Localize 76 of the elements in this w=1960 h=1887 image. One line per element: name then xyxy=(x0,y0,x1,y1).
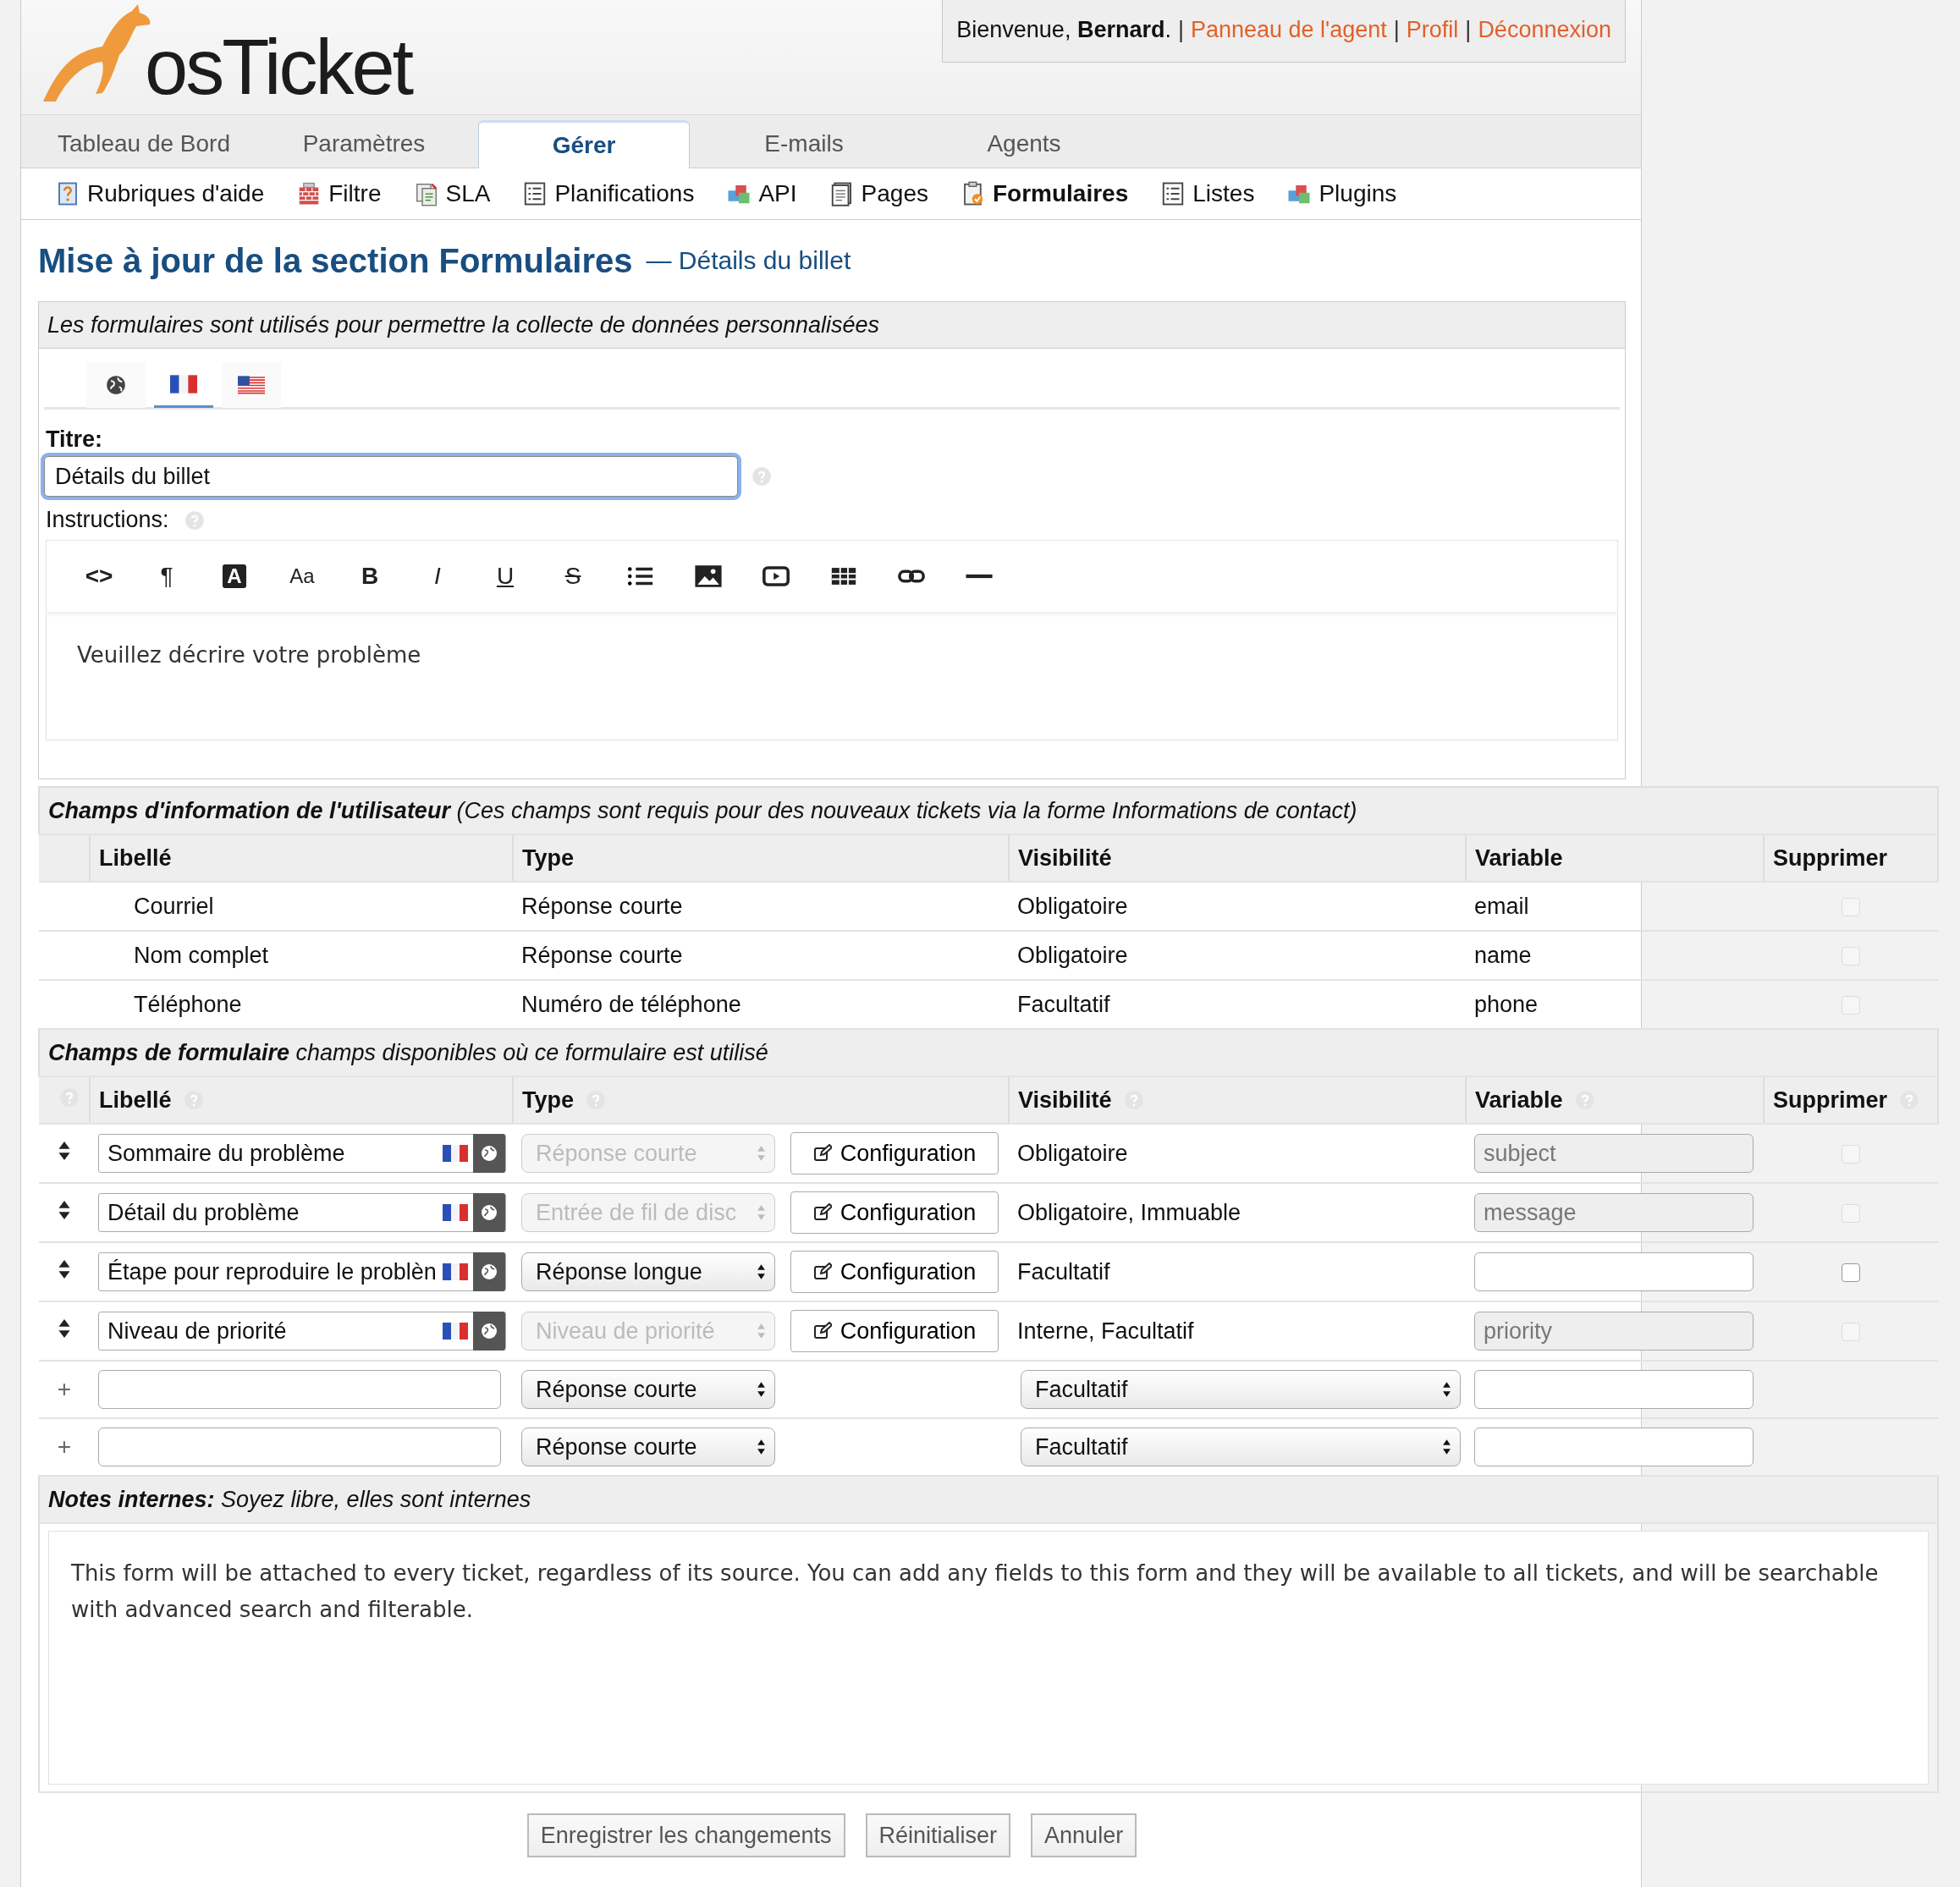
column-header: Variable xyxy=(1475,1087,1563,1114)
visibility-select[interactable]: Facultatif xyxy=(1021,1370,1461,1409)
field-label: Instructions: xyxy=(46,507,169,533)
column-header: Libellé xyxy=(99,1087,172,1114)
subnav-item[interactable]: API xyxy=(726,180,797,207)
table-cell: email xyxy=(1474,893,1529,919)
column-header: Type xyxy=(522,1087,574,1114)
nav-tab[interactable]: Agents xyxy=(918,120,1130,168)
table-cell: Facultatif xyxy=(1017,991,1110,1017)
table-cell: Réponse courte xyxy=(521,893,683,919)
editor-text: Veuillez décrire votre problème xyxy=(76,641,422,668)
toolbar-button[interactable]: B xyxy=(336,563,404,590)
table-cell: Obligatoire xyxy=(1017,893,1128,919)
subnav-item[interactable]: Pages xyxy=(829,180,928,207)
separator: | xyxy=(1393,17,1400,43)
nav-tab[interactable]: E-mails xyxy=(698,120,910,168)
table-cell: Obligatoire, Immuable xyxy=(1017,1199,1242,1225)
toolbar-button[interactable]: U xyxy=(471,563,539,590)
section-heading: Notes internes: Soyez libre, elles sont internes xyxy=(48,1486,531,1512)
section-heading: Champs de formulaire champs disponibles où ce formulaire est utilisé xyxy=(48,1039,768,1065)
subnav-item[interactable]: Formulaires xyxy=(960,180,1129,207)
rich-text-editor[interactable]: <> ¶ A Aa B I U S Veuillez décrire votre problème xyxy=(46,540,1618,740)
nav-tab[interactable]: Gérer xyxy=(478,120,690,168)
welcome-text: Bienvenue, Bernard. xyxy=(956,17,1171,43)
form-button[interactable]: Enregistrer les changements xyxy=(526,1813,845,1857)
column-header: Supprimer xyxy=(1773,844,1888,871)
field-label: Titre: xyxy=(46,426,103,453)
nav-tab[interactable]: Tableau de Bord xyxy=(38,120,250,168)
column-header: Libellé xyxy=(99,844,172,871)
table-cell: Obligatoire xyxy=(1017,1140,1128,1166)
form-button[interactable]: Annuler xyxy=(1031,1813,1137,1857)
nav-tab[interactable]: Paramètres xyxy=(258,120,470,168)
label-input[interactable]: Étape pour reproduire le problèn xyxy=(98,1252,506,1291)
toolbar-button[interactable]: I xyxy=(404,563,471,590)
toolbar-button[interactable]: ¶ xyxy=(133,563,201,590)
type-select[interactable]: Réponse courte xyxy=(521,1370,775,1409)
table-cell: name xyxy=(1474,942,1532,968)
configuration-button[interactable]: Configuration xyxy=(790,1251,999,1293)
column-header: Visibilité xyxy=(1018,1087,1112,1114)
add-mark: + xyxy=(57,1376,72,1402)
column-header: Supprimer xyxy=(1773,1087,1888,1114)
table-cell: Téléphone xyxy=(134,991,242,1017)
separator: | xyxy=(1465,17,1472,43)
form-description: Les formulaires sont utilisés pour permettre la collecte de données personnalisées xyxy=(39,302,1625,349)
table-cell: Obligatoire xyxy=(1017,942,1128,968)
column-header: Visibilité xyxy=(1018,844,1112,871)
toolbar-button[interactable]: Aa xyxy=(268,564,336,588)
column-header: Type xyxy=(522,844,574,871)
toolbar-button[interactable]: A xyxy=(223,564,246,588)
table-cell: phone xyxy=(1474,991,1539,1017)
logo-text: osTicket xyxy=(145,28,412,106)
subnav-item[interactable]: Filtre xyxy=(296,180,382,207)
table-cell: Interne, Facultatif xyxy=(1017,1318,1194,1344)
toolbar-button[interactable]: S xyxy=(539,563,607,590)
add-mark: + xyxy=(57,1433,72,1460)
subnav-item[interactable]: Plugins xyxy=(1286,180,1397,207)
toolbar-button[interactable]: <> xyxy=(65,563,133,590)
column-header: Variable xyxy=(1475,844,1563,871)
type-select[interactable]: Réponse longue xyxy=(521,1252,775,1291)
table-cell: Courriel xyxy=(134,893,214,919)
form-button[interactable]: Réinitialiser xyxy=(865,1813,1011,1857)
table-cell: Nom complet xyxy=(134,942,269,968)
subnav-item[interactable]: SLA xyxy=(413,180,491,207)
subnav-item[interactable]: Listes xyxy=(1160,180,1255,207)
subnav-item[interactable]: Planifications xyxy=(522,180,695,207)
page-title: Mise à jour de la section Formulaires xyxy=(38,241,633,280)
separator: | xyxy=(1177,17,1184,43)
notes-text: This form will be attached to every ticket, regardless of its source. You can add any fields to this form and they will be available to all tickets, and will be searchable with advanced search and filterable. xyxy=(71,1560,1879,1622)
page-subtitle: — Détails du billet xyxy=(646,246,851,275)
table-cell: Numéro de téléphone xyxy=(521,991,741,1017)
visibility-select[interactable]: Facultatif xyxy=(1021,1428,1461,1466)
type-select[interactable]: Réponse courte xyxy=(521,1428,775,1466)
table-cell: Facultatif xyxy=(1017,1258,1110,1285)
section-heading: Champs d'information de l'utilisateur (Ces champs sont requis pour des nouveaux tickets via la forme Informations de contact) xyxy=(48,797,1357,823)
table-cell: Réponse courte xyxy=(521,942,683,968)
subnav-item[interactable]: Rubriques d'aide xyxy=(55,180,265,207)
